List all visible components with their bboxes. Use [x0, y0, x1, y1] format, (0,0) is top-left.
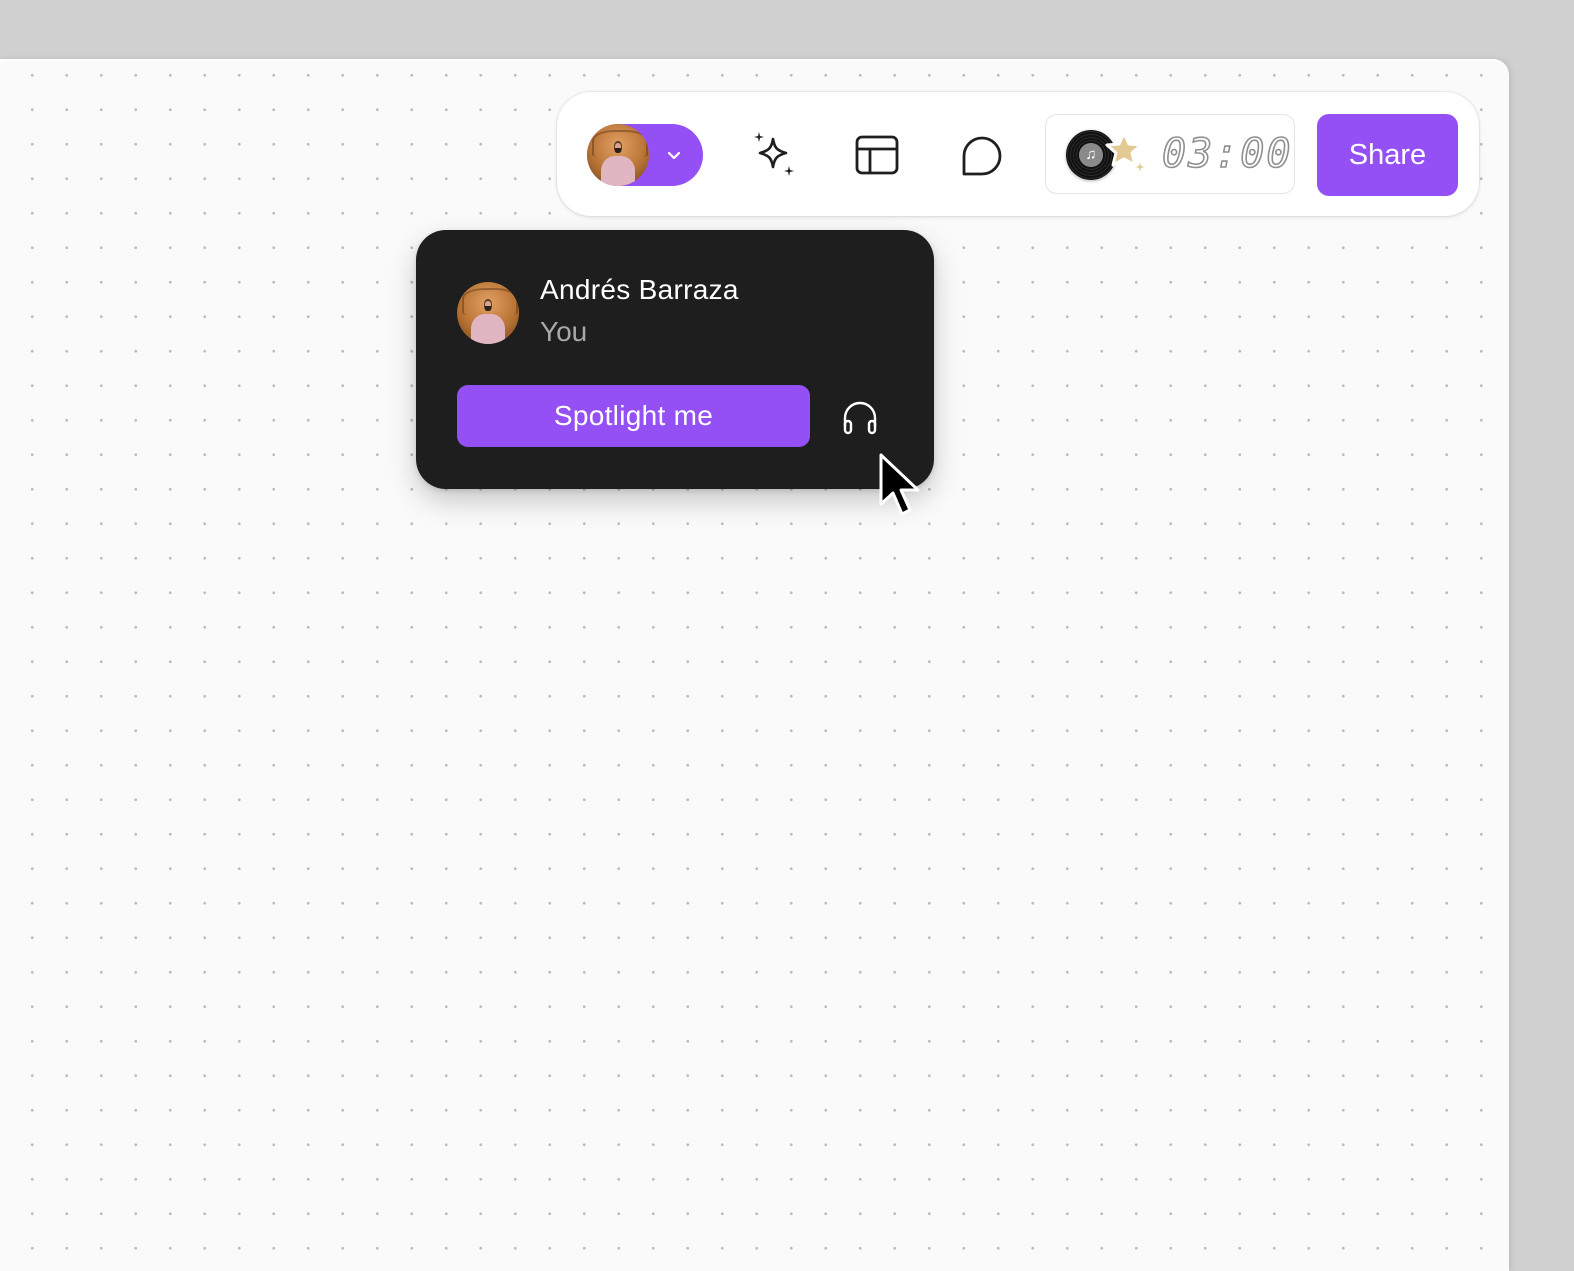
music-timer-widget[interactable]: ♫ 03:00 — [1045, 114, 1295, 194]
chevron-down-icon — [667, 151, 681, 160]
top-toolbar: ♫ 03:00 Share — [557, 92, 1479, 216]
spotlight-me-button[interactable]: Spotlight me — [457, 385, 810, 447]
sparkles-icon — [754, 132, 794, 176]
share-button[interactable]: Share — [1317, 114, 1458, 196]
popover-avatar — [457, 282, 519, 344]
user-subtitle: You — [540, 316, 588, 347]
user-popover: Andrés Barraza You Spotlight me — [416, 230, 934, 489]
sparkles-button[interactable] — [746, 128, 800, 182]
user-avatar — [587, 124, 649, 186]
comment-icon — [962, 136, 1002, 176]
user-name: Andrés Barraza — [540, 274, 739, 305]
timer-display: 03:00 — [1161, 130, 1293, 178]
layout-icon — [855, 135, 899, 175]
layout-button[interactable] — [850, 128, 904, 182]
stars-icon — [1105, 131, 1152, 179]
headphones-icon[interactable] — [840, 398, 880, 438]
comment-button[interactable] — [954, 128, 1008, 182]
user-menu-button[interactable] — [587, 124, 703, 186]
